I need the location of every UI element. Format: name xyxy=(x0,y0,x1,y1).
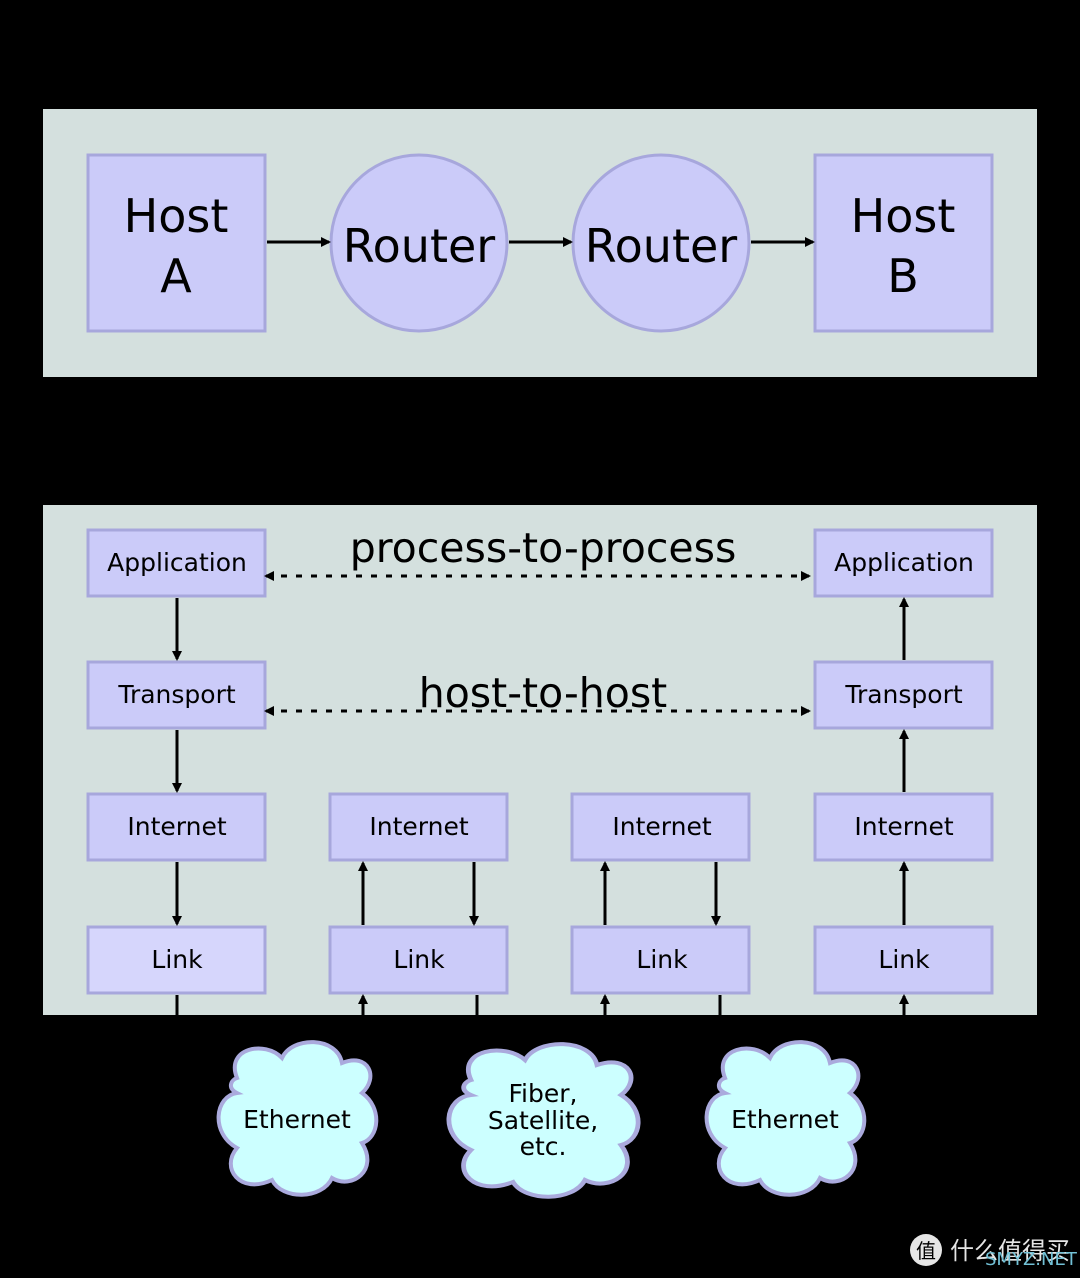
host-b-application-label: Application xyxy=(834,548,974,577)
router-2-internet-label: Internet xyxy=(612,812,711,841)
host-a-link-label: Link xyxy=(151,945,203,974)
router-1-link-label: Link xyxy=(393,945,445,974)
fiber-satellite-cloud: Fiber, Satellite, etc. xyxy=(449,1044,638,1197)
host-b-internet-label: Internet xyxy=(854,812,953,841)
cloud-left-label: Ethernet xyxy=(243,1105,351,1134)
ethernet-cloud-left: Ethernet xyxy=(216,1040,379,1197)
router-1-label: Router xyxy=(343,219,496,273)
cloud-middle-label-line2: Satellite, xyxy=(488,1106,598,1135)
cloud-right-label: Ethernet xyxy=(731,1105,839,1134)
host-a-node: Host A xyxy=(86,153,267,333)
host-b-node: Host B xyxy=(813,153,994,333)
router-2-link-label: Link xyxy=(636,945,688,974)
router-2-node: Router xyxy=(571,153,751,333)
process-to-process-label: process-to-process xyxy=(350,524,737,572)
router-2-label: Router xyxy=(585,219,738,273)
host-a-label-line2: A xyxy=(160,249,192,303)
host-to-host-label: host-to-host xyxy=(419,669,668,717)
cloud-middle-label-line1: Fiber, xyxy=(509,1079,578,1108)
host-b-label-line2: B xyxy=(887,249,919,303)
cloud-middle-label-line3: etc. xyxy=(520,1132,567,1161)
watermark-logo-char: 值 xyxy=(916,1239,936,1263)
host-b-transport-label: Transport xyxy=(844,680,963,709)
router-1-internet-label: Internet xyxy=(369,812,468,841)
host-b-label-line1: Host xyxy=(851,189,956,243)
host-a-application-label: Application xyxy=(107,548,247,577)
ethernet-cloud-right: Ethernet xyxy=(704,1040,867,1197)
host-a-label-line1: Host xyxy=(124,189,229,243)
host-b-link-label: Link xyxy=(878,945,930,974)
watermark-overlay: SMYZ.NET xyxy=(985,1249,1078,1270)
host-a-transport-label: Transport xyxy=(117,680,236,709)
watermark: 值 什么值得买 SMYZ.NET xyxy=(910,1234,1078,1270)
host-a-internet-label: Internet xyxy=(127,812,226,841)
tcp-ip-diagram: Host A Router Router Host B Application … xyxy=(43,109,1078,1270)
router-1-node: Router xyxy=(329,153,509,333)
